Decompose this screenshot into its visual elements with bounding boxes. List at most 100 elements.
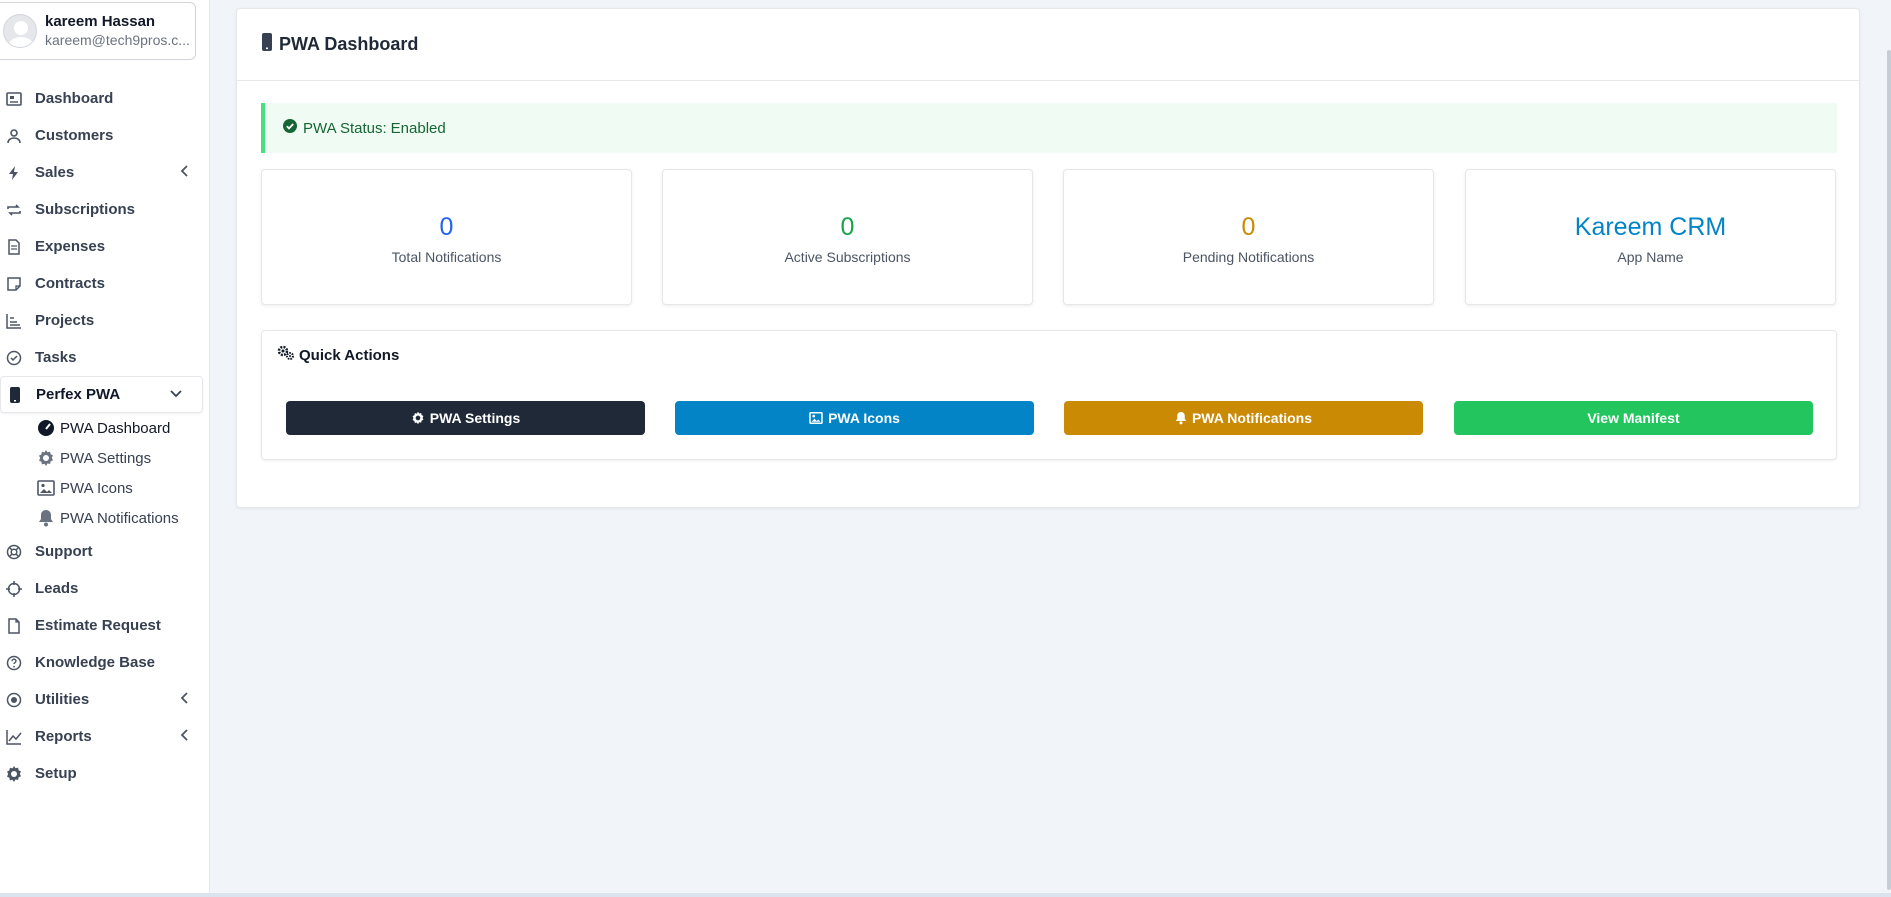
submenu-item-label: PWA Settings <box>60 449 152 467</box>
gear-icon <box>4 764 24 784</box>
submenu-item-label: PWA Dashboard <box>60 419 171 437</box>
user-profile-card[interactable]: kareem Hassan kareem@tech9pros.c... <box>0 2 196 60</box>
file-icon <box>4 616 24 636</box>
stat-value: Kareem CRM <box>1574 213 1727 241</box>
bottom-edge <box>0 893 1891 897</box>
sidebar-item-estimate-request[interactable]: Estimate Request <box>0 607 210 644</box>
crosshair-icon <box>4 579 24 599</box>
sidebar-item-label: Estimate Request <box>35 617 161 634</box>
sidebar-item-label: Subscriptions <box>35 201 136 218</box>
quick-actions-heading: Quick Actions <box>277 345 399 365</box>
sidebar-item-contracts[interactable]: Contracts <box>0 265 210 302</box>
sidebar-item-customers[interactable]: Customers <box>0 117 210 154</box>
pwa-settings-button[interactable]: PWA Settings <box>286 401 645 435</box>
stat-caption: Active Subscriptions <box>784 249 911 265</box>
gear-icon <box>411 411 425 425</box>
sidebar-item-label: Setup <box>35 765 77 782</box>
submenu-item-pwa-settings[interactable]: PWA Settings <box>0 443 210 473</box>
mobile-icon <box>261 33 273 56</box>
dashboard-icon <box>4 89 24 109</box>
line-chart-icon <box>4 727 24 747</box>
chevron-down-icon <box>170 386 182 403</box>
check-circle-icon <box>283 119 297 137</box>
stat-value: 0 <box>840 213 855 241</box>
page-scrollbar[interactable] <box>1885 0 1891 897</box>
stat-caption: Pending Notifications <box>1182 249 1315 265</box>
sidebar-item-label: Customers <box>35 127 114 144</box>
sidebar-item-sales[interactable]: Sales <box>0 154 210 191</box>
stat-card-total-notifications: 0 Total Notifications <box>261 169 632 305</box>
chevron-left-icon <box>180 691 190 708</box>
sidebar-item-label: Utilities <box>35 691 90 708</box>
sidebar-item-knowledge-base[interactable]: Knowledge Base <box>0 644 210 681</box>
sidebar-item-label: Expenses <box>35 238 106 255</box>
button-label: PWA Icons <box>828 410 900 426</box>
status-value: Enabled <box>390 119 446 137</box>
bolt-icon <box>4 163 24 183</box>
image-icon <box>36 478 56 498</box>
pwa-notifications-button[interactable]: PWA Notifications <box>1064 401 1423 435</box>
stat-card-app-name: Kareem CRM App Name <box>1465 169 1836 305</box>
quick-actions-title: Quick Actions <box>299 346 400 364</box>
sidebar-item-dashboard[interactable]: Dashboard <box>0 80 210 117</box>
sidebar-item-setup[interactable]: Setup <box>0 755 210 792</box>
chevron-left-icon <box>180 164 190 181</box>
sidebar-item-label: Tasks <box>35 349 77 366</box>
button-label: View Manifest <box>1587 410 1680 426</box>
submenu-item-pwa-icons[interactable]: PWA Icons <box>0 473 210 503</box>
stats-row: 0 Total Notifications 0 Active Subscript… <box>261 169 1837 305</box>
sidebar-item-subscriptions[interactable]: Subscriptions <box>0 191 210 228</box>
user-email: kareem@tech9pros.c... <box>45 32 190 48</box>
bar-chart-icon <box>4 311 24 331</box>
sidebar-item-label: Contracts <box>35 275 106 292</box>
stat-value: 0 <box>1241 213 1256 241</box>
sidebar-item-tasks[interactable]: Tasks <box>0 339 210 376</box>
question-circle-icon <box>4 653 24 673</box>
sidebar-item-label: Projects <box>35 312 95 329</box>
avatar <box>3 14 37 48</box>
sidebar-item-label: Reports <box>35 728 92 745</box>
submenu-item-label: PWA Notifications <box>60 509 179 527</box>
dot-circle-icon <box>4 690 24 710</box>
sidebar-item-support[interactable]: Support <box>0 533 210 570</box>
sidebar-item-utilities[interactable]: Utilities <box>0 681 210 718</box>
sidebar-item-leads[interactable]: Leads <box>0 570 210 607</box>
page-title: PWA Dashboard <box>279 34 419 54</box>
sidebar-item-label: Dashboard <box>35 90 114 107</box>
button-label: PWA Notifications <box>1191 410 1313 426</box>
stat-caption: App Name <box>1617 249 1684 265</box>
chevron-left-icon <box>180 728 190 745</box>
sidebar-item-expenses[interactable]: Expenses <box>0 228 210 265</box>
pwa-dashboard-panel: PWA Dashboard PWA Status: Enabled 0 Tota… <box>236 8 1860 508</box>
view-manifest-button[interactable]: View Manifest <box>1454 401 1813 435</box>
submenu-item-label: PWA Icons <box>60 479 133 497</box>
sidebar: kareem Hassan kareem@tech9pros.c... Dash… <box>0 0 210 897</box>
gears-icon <box>277 345 295 365</box>
scrollbar-thumb[interactable] <box>1887 50 1891 890</box>
button-label: PWA Settings <box>429 410 521 426</box>
pwa-icons-button[interactable]: PWA Icons <box>675 401 1034 435</box>
panel-header: PWA Dashboard <box>237 9 1859 81</box>
sidebar-item-label: Knowledge Base <box>35 654 156 671</box>
sidebar-nav: Dashboard Customers Sales Subscriptions … <box>0 80 210 792</box>
stat-caption: Total Notifications <box>391 249 502 265</box>
stat-card-active-subscriptions: 0 Active Subscriptions <box>662 169 1033 305</box>
image-icon <box>809 412 823 424</box>
life-ring-icon <box>4 542 24 562</box>
repeat-icon <box>4 200 24 220</box>
sidebar-item-projects[interactable]: Projects <box>0 302 210 339</box>
sticky-note-icon <box>4 274 24 294</box>
submenu-item-pwa-dashboard[interactable]: PWA Dashboard <box>0 413 210 443</box>
submenu-item-pwa-notifications[interactable]: PWA Notifications <box>0 503 210 533</box>
stat-value: 0 <box>439 213 454 241</box>
check-circle-icon <box>4 348 24 368</box>
bell-icon <box>1175 411 1187 425</box>
file-text-icon <box>4 237 24 257</box>
user-icon <box>4 126 24 146</box>
sidebar-item-label: Sales <box>35 164 75 181</box>
status-label: PWA Status: <box>303 119 387 137</box>
sidebar-item-label: Support <box>35 543 93 560</box>
sidebar-item-reports[interactable]: Reports <box>0 718 210 755</box>
sidebar-item-perfex-pwa[interactable]: Perfex PWA <box>0 376 203 413</box>
user-name: kareem Hassan <box>45 13 156 30</box>
